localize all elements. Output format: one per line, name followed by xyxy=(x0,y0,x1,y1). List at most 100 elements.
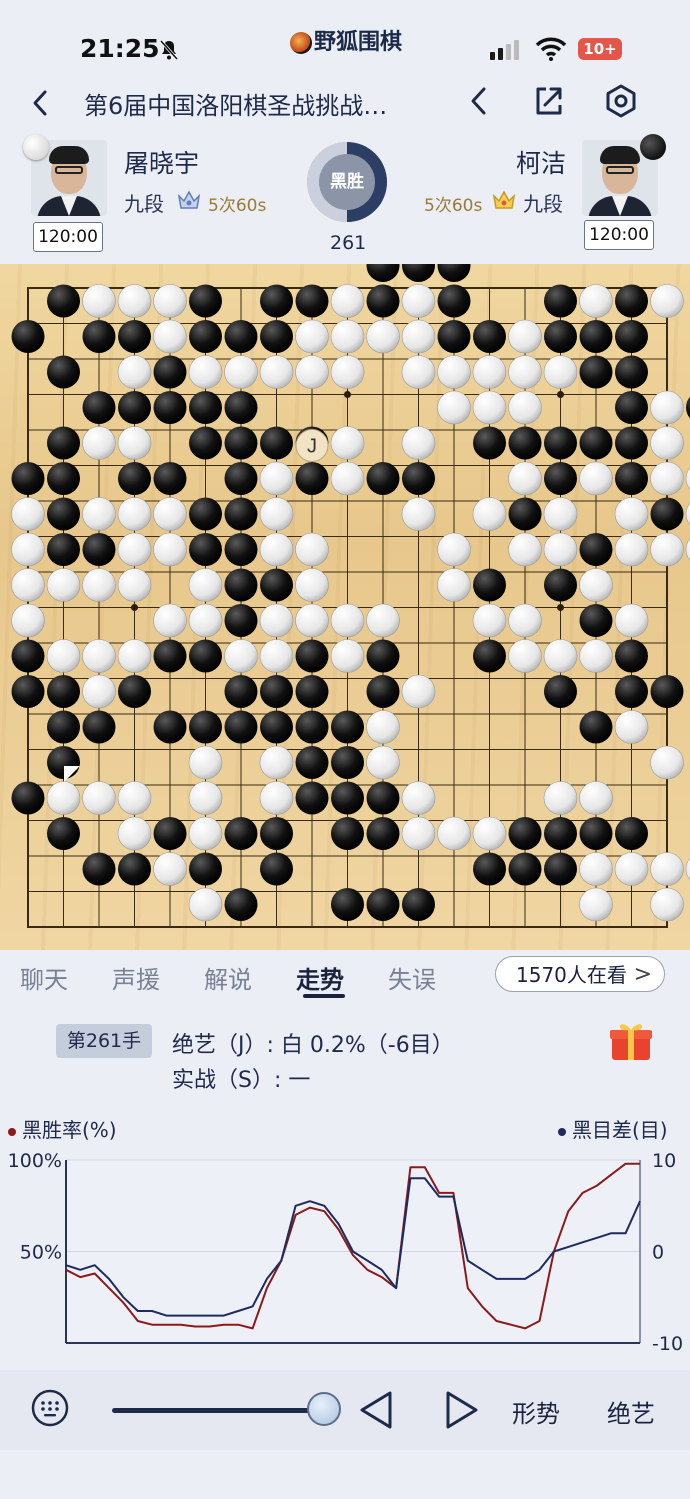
black-stone[interactable] xyxy=(615,284,648,318)
white-stone[interactable] xyxy=(685,533,690,566)
white-stone[interactable] xyxy=(259,497,294,531)
white-stone[interactable] xyxy=(437,355,471,389)
viewers-button[interactable]: 1570人在看 > xyxy=(495,956,665,992)
black-stone[interactable] xyxy=(650,497,684,531)
black-stone[interactable] xyxy=(153,355,187,389)
black-stone[interactable] xyxy=(260,852,293,886)
black-stone[interactable] xyxy=(224,888,258,921)
white-stone[interactable] xyxy=(579,461,613,496)
white-stone[interactable] xyxy=(295,603,329,638)
white-stone[interactable] xyxy=(579,887,613,922)
black-stone[interactable] xyxy=(579,817,613,850)
white-stone[interactable] xyxy=(614,710,649,744)
black-stone[interactable] xyxy=(615,391,648,424)
previous-move-icon[interactable] xyxy=(356,1389,396,1431)
move-slider-handle[interactable] xyxy=(307,1392,341,1426)
black-stone[interactable] xyxy=(47,284,80,318)
black-stone[interactable] xyxy=(153,639,187,673)
white-stone[interactable] xyxy=(401,781,436,815)
black-stone[interactable] xyxy=(189,852,222,886)
black-stone[interactable] xyxy=(82,320,116,353)
white-stone[interactable] xyxy=(472,497,507,531)
black-stone[interactable] xyxy=(224,568,258,602)
white-stone[interactable] xyxy=(82,674,116,709)
white-stone[interactable] xyxy=(117,639,152,673)
white-stone[interactable] xyxy=(614,497,649,531)
black-stone[interactable] xyxy=(260,710,293,744)
black-stone[interactable] xyxy=(47,426,80,460)
white-stone[interactable] xyxy=(508,355,542,389)
white-stone[interactable] xyxy=(472,816,507,851)
white-stone[interactable] xyxy=(295,532,329,567)
black-stone[interactable] xyxy=(579,355,613,389)
white-stone[interactable] xyxy=(82,497,116,531)
black-stone[interactable] xyxy=(473,320,506,353)
white-stone[interactable] xyxy=(46,568,81,602)
white-stone[interactable] xyxy=(579,781,613,815)
white-stone[interactable] xyxy=(401,497,436,531)
white-stone[interactable] xyxy=(330,426,365,460)
black-stone[interactable] xyxy=(366,462,400,495)
black-stone[interactable] xyxy=(544,568,577,602)
white-stone[interactable] xyxy=(259,603,294,638)
white-stone[interactable] xyxy=(401,674,436,709)
black-stone[interactable] xyxy=(366,264,400,282)
black-stone[interactable] xyxy=(260,817,293,850)
white-stone[interactable] xyxy=(650,426,684,460)
tab-commentary[interactable]: 解说 xyxy=(204,960,252,995)
white-stone[interactable] xyxy=(117,284,152,318)
black-stone[interactable] xyxy=(47,675,80,708)
white-stone[interactable] xyxy=(650,390,684,425)
black-stone[interactable] xyxy=(295,675,329,708)
black-stone[interactable] xyxy=(366,639,400,673)
black-stone[interactable] xyxy=(82,710,116,744)
white-stone[interactable] xyxy=(188,745,223,780)
black-stone[interactable] xyxy=(189,533,222,566)
white-stone[interactable] xyxy=(579,284,613,318)
black-stone[interactable] xyxy=(615,462,648,495)
black-stone[interactable] xyxy=(118,462,151,495)
ai-button[interactable]: 绝艺 xyxy=(607,1394,655,1429)
black-stone[interactable] xyxy=(189,710,222,744)
white-stone[interactable] xyxy=(295,319,329,354)
black-stone[interactable] xyxy=(153,391,187,424)
black-stone[interactable] xyxy=(366,888,400,921)
black-stone[interactable] xyxy=(47,817,80,850)
black-stone[interactable] xyxy=(615,675,648,708)
black-stone[interactable] xyxy=(366,781,400,815)
white-stone[interactable] xyxy=(401,284,436,318)
white-stone[interactable] xyxy=(82,781,116,815)
black-stone[interactable] xyxy=(295,284,329,318)
previous-icon[interactable] xyxy=(462,84,496,118)
white-stone[interactable] xyxy=(259,639,294,673)
black-stone[interactable] xyxy=(11,462,45,495)
white-stone[interactable] xyxy=(614,532,649,567)
black-stone[interactable] xyxy=(473,568,506,602)
white-stone[interactable] xyxy=(472,603,507,638)
black-stone[interactable] xyxy=(544,284,577,318)
settings-icon[interactable] xyxy=(604,84,638,118)
black-stone[interactable] xyxy=(189,497,222,531)
white-stone[interactable] xyxy=(330,603,365,638)
black-stone[interactable] xyxy=(544,675,577,708)
black-stone[interactable] xyxy=(47,533,80,566)
white-stone[interactable] xyxy=(188,568,223,602)
white-stone[interactable] xyxy=(188,816,223,851)
white-stone[interactable] xyxy=(259,745,294,780)
black-stone[interactable] xyxy=(153,462,187,495)
black-stone[interactable] xyxy=(224,497,258,531)
move-slider-track[interactable] xyxy=(112,1408,327,1413)
white-stone[interactable] xyxy=(224,355,258,389)
black-stone[interactable] xyxy=(579,604,613,637)
black-stone[interactable] xyxy=(11,675,45,708)
white-stone[interactable] xyxy=(685,853,690,886)
white-stone[interactable] xyxy=(153,603,187,638)
black-stone[interactable] xyxy=(189,320,222,353)
tab-chat[interactable]: 聊天 xyxy=(20,960,68,995)
black-stone[interactable] xyxy=(224,710,258,744)
black-stone[interactable] xyxy=(508,817,542,850)
black-stone[interactable] xyxy=(473,426,506,460)
black-stone[interactable] xyxy=(508,426,542,460)
black-stone[interactable] xyxy=(47,497,80,531)
black-stone[interactable] xyxy=(82,391,116,424)
